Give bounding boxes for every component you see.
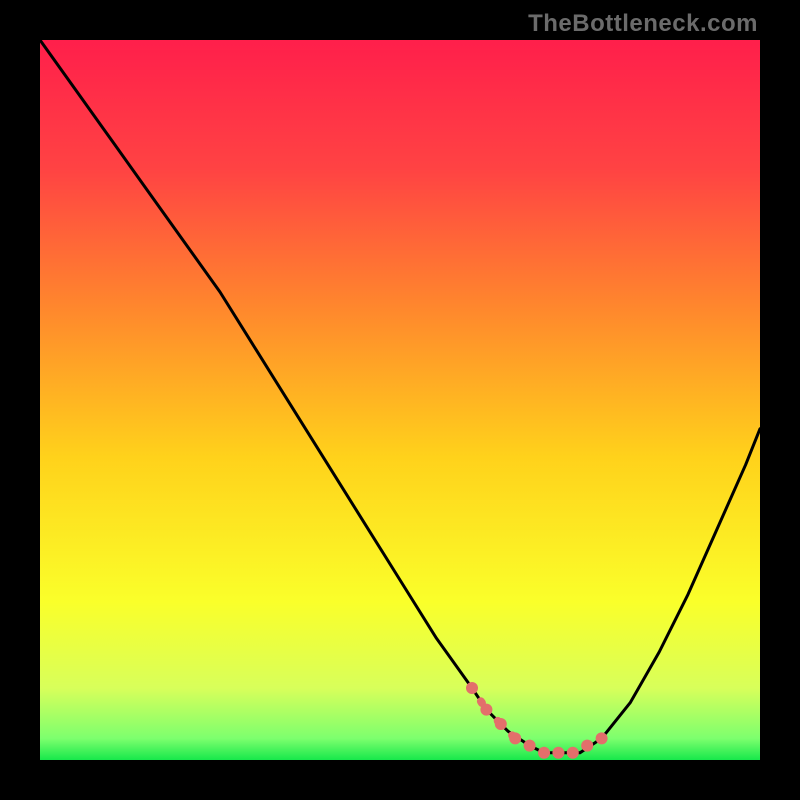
highlight-dot (466, 682, 478, 694)
highlight-dot (509, 732, 521, 744)
highlight-dot (552, 747, 564, 759)
highlight-dot (480, 704, 492, 716)
highlight-dot (495, 718, 507, 730)
heatmap-background (40, 40, 760, 760)
highlight-dot (581, 740, 593, 752)
watermark-text: TheBottleneck.com (528, 10, 758, 38)
highlight-dot (538, 747, 550, 759)
highlight-dot (524, 740, 536, 752)
chart-svg (40, 40, 760, 760)
chart-frame: TheBottleneck.com (0, 0, 800, 800)
highlight-dot (596, 732, 608, 744)
plot-area (40, 40, 760, 760)
highlight-dot (567, 747, 579, 759)
